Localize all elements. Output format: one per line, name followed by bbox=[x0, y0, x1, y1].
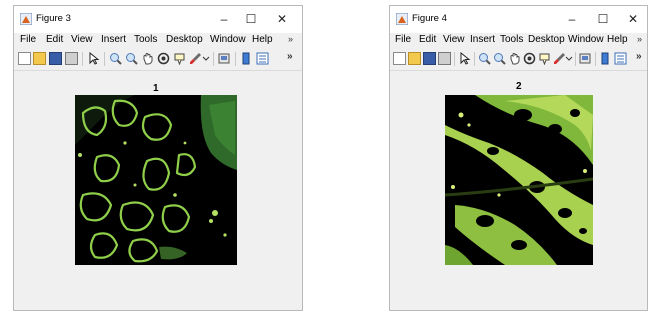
menu-overflow-icon[interactable]: » bbox=[637, 34, 642, 44]
legend-icon[interactable] bbox=[256, 52, 269, 65]
zoom-out-icon[interactable] bbox=[125, 52, 138, 65]
figure-3-window: Figure 3 – ☐ ✕ File Edit View Insert Too… bbox=[13, 5, 303, 311]
zoom-out-icon[interactable] bbox=[493, 52, 506, 65]
save-icon[interactable] bbox=[423, 52, 436, 65]
new-file-icon[interactable] bbox=[393, 52, 406, 65]
menu-tools[interactable]: Tools bbox=[134, 34, 157, 45]
maximize-button[interactable]: ☐ bbox=[240, 9, 262, 29]
pan-icon[interactable] bbox=[508, 52, 521, 65]
toolbar-separator bbox=[595, 52, 596, 66]
close-button[interactable]: ✕ bbox=[271, 9, 293, 29]
chevron-down-icon[interactable] bbox=[565, 52, 573, 65]
maximize-button[interactable]: ☐ bbox=[592, 9, 614, 29]
open-folder-icon[interactable] bbox=[408, 52, 421, 65]
zoom-in-icon[interactable] bbox=[478, 52, 491, 65]
data-cursor-icon[interactable] bbox=[538, 52, 551, 65]
toolbar-separator bbox=[454, 52, 455, 66]
link-plot-icon[interactable] bbox=[218, 52, 231, 65]
toolbar-separator bbox=[213, 52, 214, 66]
toolbar-overflow-icon[interactable]: » bbox=[636, 51, 642, 62]
title-bar[interactable]: Figure 4 – ☐ ✕ bbox=[390, 6, 647, 33]
title-bar[interactable]: Figure 3 – ☐ ✕ bbox=[14, 6, 302, 33]
print-icon[interactable] bbox=[65, 52, 78, 65]
menu-bar: File Edit View Insert Tools Desktop Wind… bbox=[390, 33, 647, 48]
minimize-button[interactable]: – bbox=[561, 9, 583, 29]
menu-window[interactable]: Window bbox=[568, 34, 604, 45]
window-title: Figure 4 bbox=[412, 13, 447, 24]
new-file-icon[interactable] bbox=[18, 52, 31, 65]
menu-desktop[interactable]: Desktop bbox=[166, 34, 203, 45]
menu-file[interactable]: File bbox=[395, 34, 411, 45]
open-folder-icon[interactable] bbox=[33, 52, 46, 65]
segmented-leaf-image bbox=[75, 95, 237, 265]
menu-insert[interactable]: Insert bbox=[470, 34, 495, 45]
print-icon[interactable] bbox=[438, 52, 451, 65]
close-button[interactable]: ✕ bbox=[622, 9, 644, 29]
menu-help[interactable]: Help bbox=[607, 34, 628, 45]
save-icon[interactable] bbox=[49, 52, 62, 65]
pointer-icon[interactable] bbox=[87, 52, 100, 65]
figure-toolbar: » bbox=[14, 48, 302, 71]
matlab-figure-icon bbox=[396, 13, 408, 25]
colorbar-icon[interactable] bbox=[599, 52, 612, 65]
toolbar-separator bbox=[104, 52, 105, 66]
toolbar-separator bbox=[235, 52, 236, 66]
toolbar-separator bbox=[575, 52, 576, 66]
zoom-in-icon[interactable] bbox=[109, 52, 122, 65]
figure-toolbar: » bbox=[390, 48, 647, 71]
pointer-icon[interactable] bbox=[458, 52, 471, 65]
window-title: Figure 3 bbox=[36, 13, 71, 24]
menu-edit[interactable]: Edit bbox=[419, 34, 436, 45]
legend-icon[interactable] bbox=[614, 52, 627, 65]
menu-tools[interactable]: Tools bbox=[500, 34, 523, 45]
menu-insert[interactable]: Insert bbox=[101, 34, 126, 45]
menu-edit[interactable]: Edit bbox=[46, 34, 63, 45]
toolbar-separator bbox=[474, 52, 475, 66]
link-plot-icon[interactable] bbox=[579, 52, 592, 65]
menu-bar: File Edit View Insert Tools Desktop Wind… bbox=[14, 33, 302, 48]
toolbar-separator bbox=[82, 52, 83, 66]
menu-desktop[interactable]: Desktop bbox=[528, 34, 565, 45]
brush-icon[interactable] bbox=[189, 52, 202, 65]
menu-overflow-icon[interactable]: » bbox=[288, 34, 293, 44]
data-cursor-icon[interactable] bbox=[173, 52, 186, 65]
toolbar-overflow-icon[interactable]: » bbox=[287, 51, 293, 62]
pan-icon[interactable] bbox=[141, 52, 154, 65]
menu-view[interactable]: View bbox=[71, 34, 93, 45]
axes-title: 2 bbox=[516, 81, 522, 92]
matlab-figure-icon bbox=[20, 13, 32, 25]
rotate-3d-icon[interactable] bbox=[157, 52, 170, 65]
figure-4-window: Figure 4 – ☐ ✕ File Edit View Insert Too… bbox=[389, 5, 648, 311]
menu-window[interactable]: Window bbox=[210, 34, 246, 45]
menu-file[interactable]: File bbox=[20, 34, 36, 45]
minimize-button[interactable]: – bbox=[213, 9, 235, 29]
menu-view[interactable]: View bbox=[443, 34, 465, 45]
colorbar-icon[interactable] bbox=[240, 52, 253, 65]
menu-help[interactable]: Help bbox=[252, 34, 273, 45]
chevron-down-icon[interactable] bbox=[202, 52, 210, 65]
rotate-3d-icon[interactable] bbox=[523, 52, 536, 65]
axes-title: 1 bbox=[153, 83, 159, 94]
segmented-leaf-image bbox=[445, 95, 593, 265]
